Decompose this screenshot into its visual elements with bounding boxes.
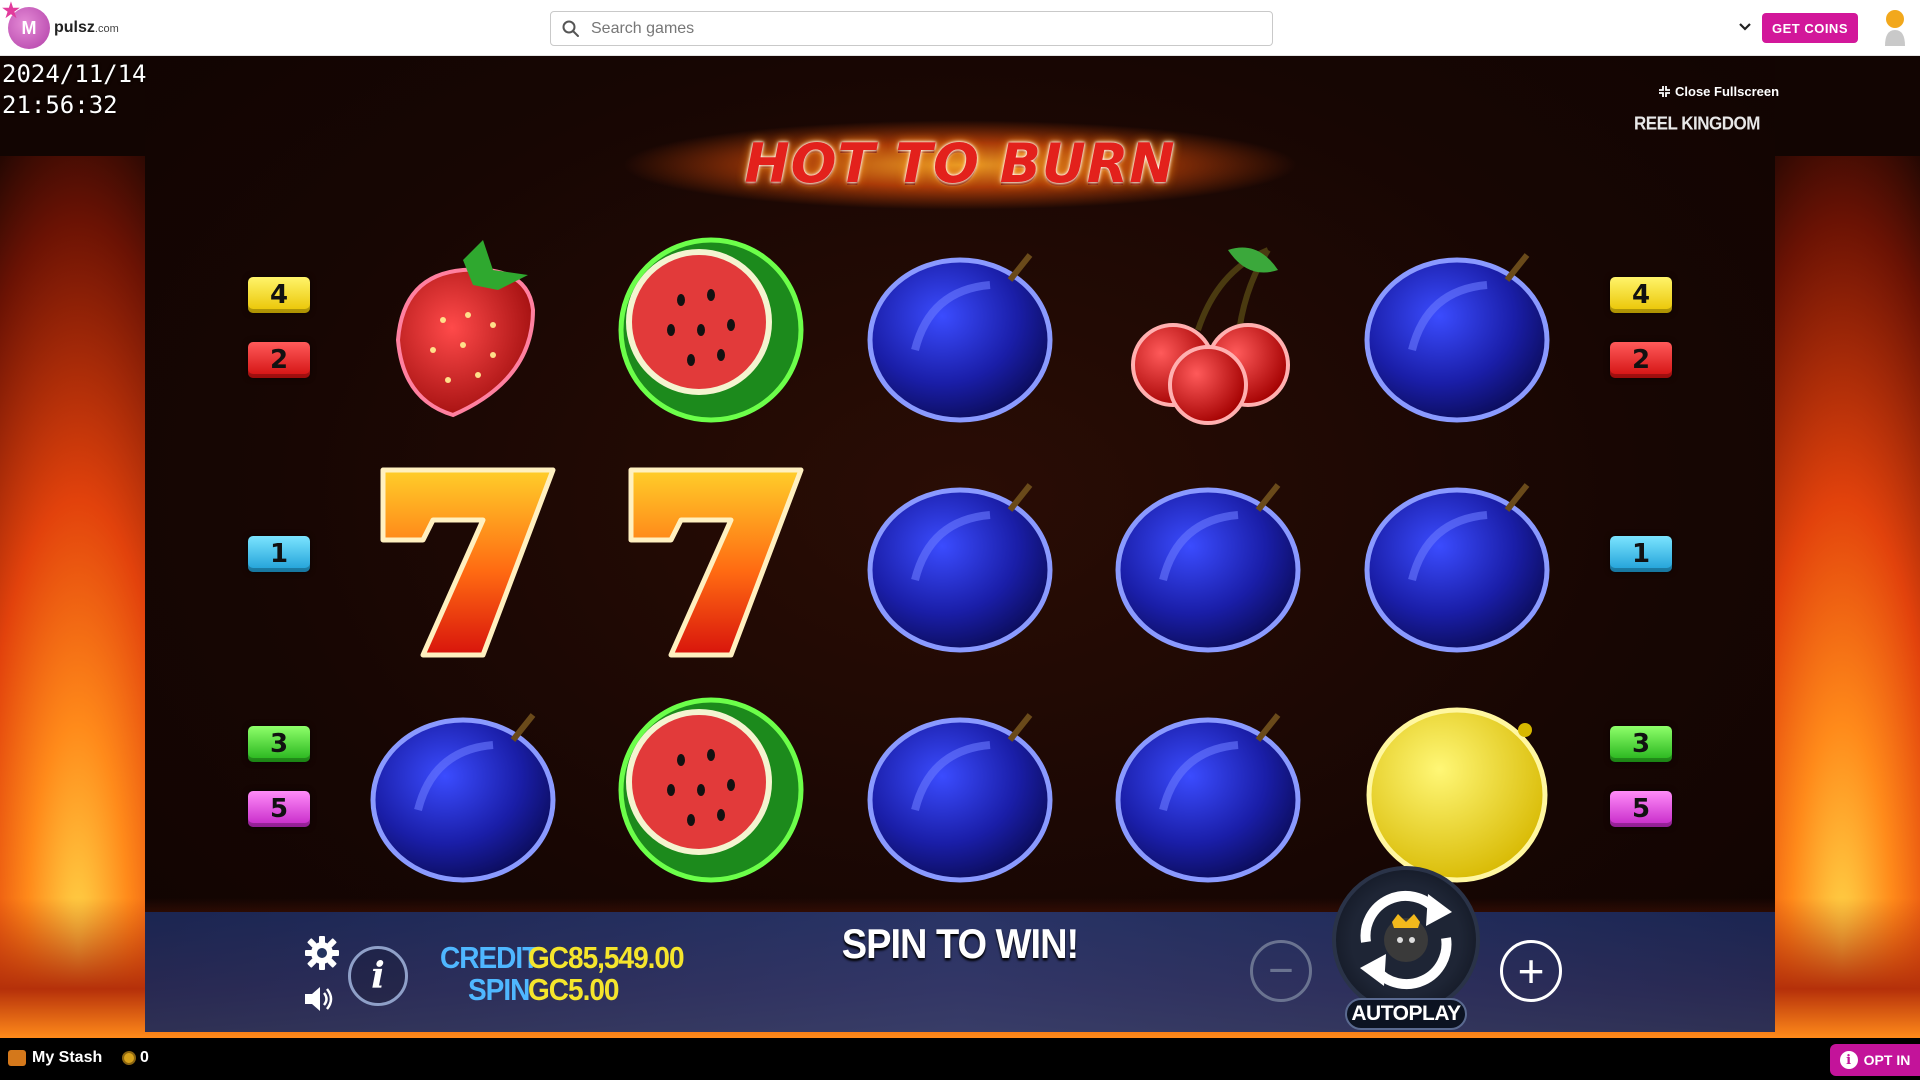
logo-suffix: .com	[94, 23, 119, 35]
collapse-icon	[1659, 86, 1670, 97]
symbol-plum	[1357, 460, 1557, 660]
status-message: SPIN TO WIN!	[841, 921, 1079, 969]
payline-marker-right: 4	[1610, 277, 1672, 313]
symbol-strawberry	[363, 230, 563, 430]
pulsz-logo[interactable]: ★ M pulsz.com	[2, 1, 119, 51]
datetime-overlay: 2024/11/14 21:56:32	[2, 59, 147, 121]
symbol-plum	[1108, 460, 1308, 660]
profile-avatar-icon[interactable]	[1882, 8, 1908, 48]
spin-bet-label: SPIN	[468, 972, 530, 1007]
payline-marker-left: 5	[248, 791, 310, 827]
credit-label: CREDIT	[440, 940, 539, 975]
payline-marker-right: 2	[1610, 342, 1672, 378]
close-fullscreen-button[interactable]: Close Fullscreen	[1658, 84, 1779, 99]
logo-badge: ★ M	[2, 1, 50, 49]
symbol-plum	[860, 690, 1060, 890]
coin-balance: 0	[122, 1049, 149, 1067]
payline-marker-left: 4	[248, 277, 310, 313]
symbol-seven	[363, 460, 563, 660]
increase-bet-button[interactable]: +	[1500, 940, 1562, 1002]
opt-in-button[interactable]: i OPT IN	[1830, 1044, 1920, 1076]
symbol-watermelon	[611, 230, 811, 430]
payline-marker-left: 2	[248, 342, 310, 378]
info-icon: i	[1839, 1051, 1858, 1069]
payline-marker-left: 3	[248, 726, 310, 762]
logo-wordmark: pulsz.com	[54, 19, 119, 37]
provider-logo: REEL KINGDOM	[1634, 113, 1760, 134]
autoplay-button[interactable]: AUTOPLAY	[1345, 998, 1467, 1030]
game-title-logo: HOT TO BURN	[620, 110, 1300, 230]
symbol-watermelon	[611, 690, 811, 890]
game-title: HOT TO BURN	[744, 132, 1176, 195]
game-frame: 2024/11/14 21:56:32 Close Fullscreen REE…	[0, 56, 1920, 1038]
coin-count: 0	[140, 1049, 149, 1066]
settings-gear-icon[interactable]	[303, 934, 341, 972]
credit-value: GC85,549.00	[528, 940, 685, 975]
coin-icon	[122, 1051, 136, 1065]
payline-marker-right: 1	[1610, 536, 1672, 572]
star-icon: ★	[2, 0, 20, 22]
symbol-seven	[611, 460, 811, 660]
search-bar[interactable]	[550, 11, 1273, 46]
top-navigation-bar: ★ M pulsz.com GET COINS	[0, 0, 1920, 56]
symbol-plum	[860, 460, 1060, 660]
my-stash-button[interactable]: My Stash	[8, 1049, 102, 1067]
close-fullscreen-label: Close Fullscreen	[1675, 84, 1780, 99]
payline-marker-left: 1	[248, 536, 310, 572]
payline-marker-right: 3	[1610, 726, 1672, 762]
speaker-icon[interactable]	[302, 984, 336, 1014]
logo-text: pulsz	[54, 19, 95, 36]
payline-marker-right: 5	[1610, 791, 1672, 827]
symbol-lemon	[1357, 690, 1557, 890]
symbol-plum	[1357, 230, 1557, 430]
get-coins-button[interactable]: GET COINS	[1762, 13, 1858, 43]
spin-button[interactable]	[1332, 866, 1480, 1014]
symbol-plum	[363, 690, 563, 890]
info-button[interactable]: i	[348, 946, 408, 1006]
date-text: 2024/11/14	[2, 60, 147, 88]
my-stash-label: My Stash	[32, 1049, 103, 1066]
decrease-bet-button[interactable]: −	[1250, 940, 1312, 1002]
symbol-plum	[860, 230, 1060, 430]
time-text: 21:56:32	[2, 91, 118, 119]
logo-badge-letter: M	[21, 17, 37, 38]
symbol-plum	[1108, 690, 1308, 890]
symbol-cherry	[1108, 230, 1308, 430]
search-icon	[551, 12, 591, 45]
chevron-down-icon[interactable]	[1734, 16, 1756, 38]
footer-bar	[0, 1038, 1920, 1080]
search-input[interactable]	[591, 19, 1241, 38]
opt-in-label: OPT IN	[1863, 1052, 1911, 1068]
treasure-chest-icon	[8, 1050, 26, 1066]
spin-arrows-icon	[1360, 890, 1452, 990]
spin-bet-value: GC5.00	[528, 972, 619, 1007]
